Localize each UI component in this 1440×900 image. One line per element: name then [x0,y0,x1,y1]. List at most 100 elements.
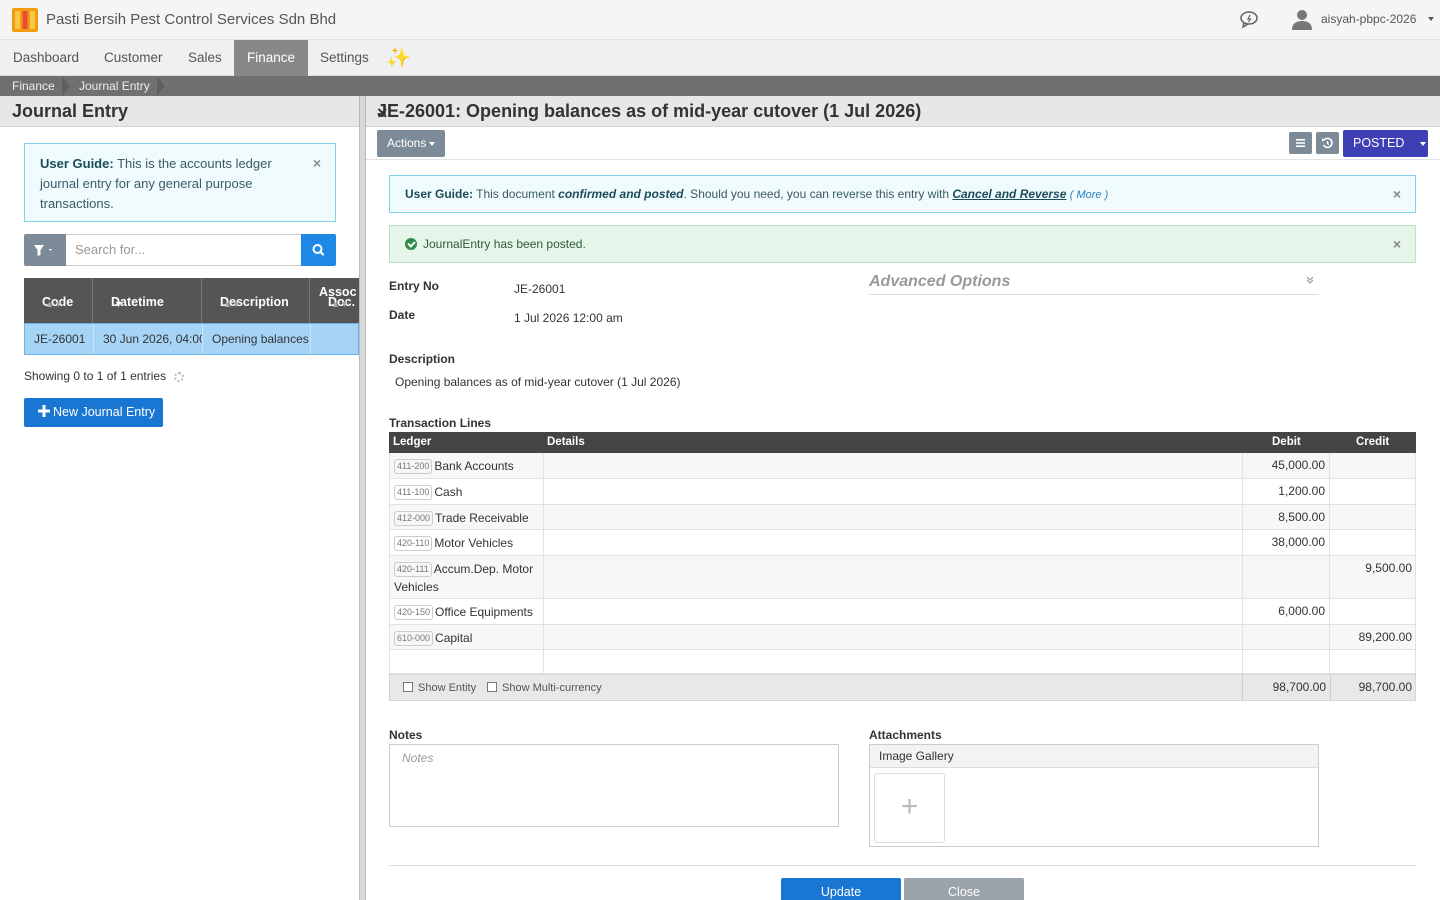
breadcrumb-journal-entry[interactable]: Journal Entry [79,76,150,96]
debit-cell: 8,500.00 [1243,505,1330,529]
table-row[interactable]: 420-150 Office Equipments 6,000.00 [389,599,1416,625]
notes-textarea[interactable]: Notes [389,744,839,827]
divider [389,865,1416,866]
table-row[interactable]: JE-26001 30 Jun 2026, 04:00 Opening bala… [24,323,359,355]
column-debit: Debit [1272,436,1301,448]
empty-row[interactable] [389,650,1416,674]
cell-code: JE-26001 [25,324,94,354]
close-icon[interactable]: × [1393,176,1401,212]
breadcrumb-separator [62,76,70,96]
nav-customer[interactable]: Customer [91,40,176,76]
user-menu[interactable]: aisyah-pbpc-2026 [1291,6,1435,32]
breadcrumb-finance[interactable]: Finance [12,76,55,96]
nav-sales[interactable]: Sales [175,40,235,76]
credit-cell: 89,200.00 [1358,630,1412,644]
debit-cell: 38,000.00 [1243,530,1330,555]
image-gallery: Image Gallery + [869,744,1319,847]
column-description[interactable]: Description ▲▼ [202,278,310,323]
check-circle-icon [405,238,417,250]
update-button[interactable]: Update [781,878,901,900]
entry-no-value: JE-26001 [514,282,566,296]
column-datetime[interactable]: Datetime ▼ [93,278,202,323]
attachments-label: Attachments [869,728,942,742]
show-multicurrency-checkbox[interactable]: Show Multi-currency [487,682,602,694]
ledger-name: Trade Receivable [435,511,529,525]
success-message: JournalEntry has been posted. [423,237,586,251]
close-icon[interactable]: × [1393,226,1401,262]
debit-cell: 1,200.00 [1243,479,1330,504]
debit-cell [1243,556,1330,598]
user-guide-label: User Guide: [40,156,114,171]
search-input[interactable]: Search for... [66,234,302,266]
user-name: aisyah-pbpc-2026 [1321,12,1417,26]
gear-icon[interactable] [174,371,185,382]
table-row[interactable]: 420-110 Motor Vehicles 38,000.00 [389,530,1416,556]
breadcrumb: Finance Journal Entry [0,76,1440,96]
debit-cell: 6,000.00 [1243,599,1330,624]
list-panel-title: Journal Entry [12,101,129,121]
history-button[interactable] [1316,132,1339,154]
list-view-button[interactable] [1289,132,1312,154]
new-journal-entry-button[interactable]: New Journal Entry [24,398,163,427]
ledger-name: Bank Accounts [434,459,514,473]
column-details: Details [547,436,585,448]
ledger-code: 411-100 [394,485,433,500]
notes-label: Notes [389,728,423,742]
ledger-code: 412-000 [394,511,434,526]
ledger-name: Cash [434,485,463,499]
ledger-code: 610-000 [394,631,434,646]
actions-dropdown[interactable]: Actions [377,130,445,157]
description-label: Description [389,352,456,366]
credit-cell [1330,505,1416,529]
search-button[interactable] [301,234,336,266]
table-row[interactable]: 420-111 Accum.Dep. Motor Vehicles 9,500.0… [389,556,1416,599]
status-dropdown[interactable]: POSTED [1343,130,1428,157]
table-row[interactable]: 610-000 Capital 89,200.00 [389,625,1416,650]
column-assoc-doc[interactable]: Assoc Doc. ▲▼ [310,278,359,323]
filter-button[interactable] [24,234,66,266]
app-title: Pasti Bersih Pest Control Services Sdn B… [46,11,337,28]
document-guide-box: User Guide: This document confirmed and … [389,175,1416,213]
user-avatar-icon [1292,10,1312,30]
column-code[interactable]: Code ▲▼ [24,278,93,323]
close-button[interactable]: Close [904,878,1024,900]
cell-assoc-doc [311,324,358,354]
nav-dashboard[interactable]: Dashboard [0,40,92,76]
double-chevron-down-icon [1306,276,1314,284]
table-row[interactable]: 411-100 Cash 1,200.00 [389,479,1416,505]
plus-icon [38,405,50,417]
ledger-code: 411-200 [394,459,433,474]
table-row[interactable]: 412-000 Trade Receivable 8,500.00 [389,505,1416,530]
nav-finance[interactable]: Finance [234,40,309,76]
ledger-code: 420-111 [394,562,432,577]
chat-icon[interactable] [1238,9,1260,29]
document-header: JE-26001: Opening balances as of mid-yea… [366,96,1440,127]
nav-settings[interactable]: Settings [307,40,382,76]
show-entity-checkbox[interactable]: Show Entity [403,682,476,694]
add-image-button[interactable]: + [874,773,945,843]
breadcrumb-separator [157,76,165,96]
more-link[interactable]: ( More ) [1070,189,1109,201]
close-icon[interactable]: × [313,153,321,173]
success-alert: JournalEntry has been posted. × [389,225,1416,263]
ledger-name: Capital [435,631,473,645]
date-value: 1 Jul 2026 12:00 am [514,311,623,325]
advanced-options-toggle[interactable]: Advanced Options [869,273,1319,295]
user-guide-box: User Guide: This is the accounts ledger … [24,143,336,222]
entry-no-label: Entry No [389,279,440,293]
cancel-reverse-link[interactable]: Cancel and Reverse [952,187,1066,201]
close-icon[interactable]: × [377,103,1430,124]
total-credit: 98,700.00 [1330,675,1416,700]
description-value: Opening balances as of mid-year cutover … [395,375,681,389]
date-label: Date [389,308,416,322]
sparkle-icon[interactable]: ✨ [386,45,411,70]
panel-splitter[interactable] [359,96,366,900]
ledger-code: 420-150 [394,605,434,620]
history-icon [1322,137,1333,149]
table-row[interactable]: 411-200 Bank Accounts 45,000.00 [389,453,1416,479]
ledger-name: Office Equipments [435,605,533,619]
transaction-lines-label: Transaction Lines [389,416,492,430]
column-credit: Credit [1356,436,1390,448]
ledger-name: Motor Vehicles [434,536,514,550]
credit-cell [1330,599,1416,624]
